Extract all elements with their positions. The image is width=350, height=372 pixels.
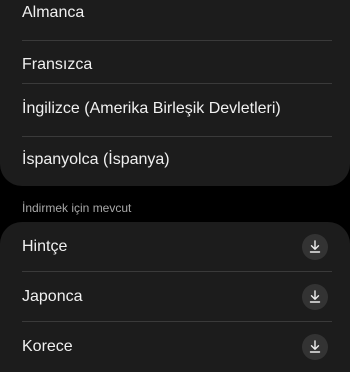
language-item-ispanyolca-ispanya[interactable]: İspanyolca (İspanya) [0, 135, 350, 185]
download-button[interactable] [302, 334, 328, 360]
download-icon [309, 290, 321, 303]
language-label: Korece [22, 338, 73, 355]
language-item-ingilizce-abd[interactable]: İngilizce (Amerika Birleşik Devletleri) [0, 84, 350, 134]
language-label: Japonca [22, 288, 83, 305]
download-button[interactable] [302, 234, 328, 260]
download-icon [309, 240, 321, 253]
download-button[interactable] [302, 284, 328, 310]
language-item-korece[interactable]: Korece [0, 322, 350, 372]
language-item-japonca[interactable]: Japonca [0, 272, 350, 322]
language-item-hintce[interactable]: Hintçe [0, 222, 350, 272]
language-label: İngilizce (Amerika Birleşik Devletleri) [22, 100, 281, 117]
language-label: Almanca [22, 4, 85, 21]
installed-languages-list: Almanca Fransızca İngilizce (Amerika Bir… [0, 0, 350, 186]
download-icon [309, 340, 321, 353]
section-header-available: İndirmek için mevcut [22, 201, 132, 215]
language-label: Hintçe [22, 238, 68, 255]
language-label: İspanyolca (İspanya) [22, 151, 170, 168]
language-item-almanca[interactable]: Almanca [0, 0, 350, 38]
